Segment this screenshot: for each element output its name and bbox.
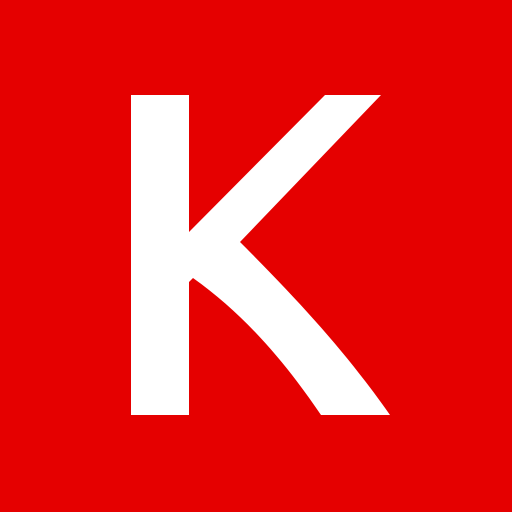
logo-background [0,0,512,512]
k-logo-graphic [0,0,512,512]
k-logo [0,0,512,512]
